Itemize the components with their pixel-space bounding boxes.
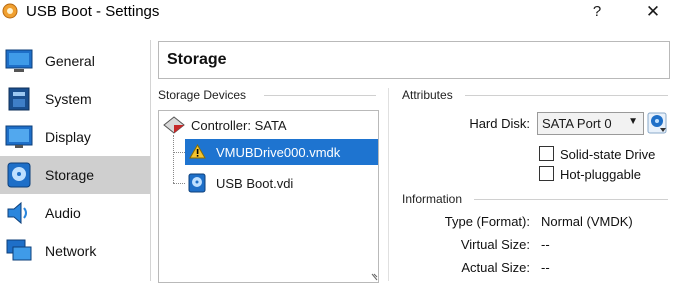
sidebar-item-label: General bbox=[45, 53, 95, 69]
attributes-label: Attributes bbox=[402, 88, 453, 102]
type-format-label: Type (Format): bbox=[444, 214, 530, 229]
actual-size-label: Actual Size: bbox=[461, 260, 530, 275]
hard-disk-label: Hard Disk: bbox=[469, 116, 530, 131]
settings-sidebar: General System Display Storage Audio Net… bbox=[0, 40, 151, 281]
storage-devices-label: Storage Devices bbox=[158, 88, 247, 102]
controller-label: Controller: SATA bbox=[191, 118, 287, 133]
sidebar-item-system[interactable]: System bbox=[0, 80, 150, 118]
hard-disk-icon bbox=[188, 173, 206, 193]
general-icon bbox=[5, 49, 33, 72]
hard-disk-select[interactable]: SATA Port 0 ▼ bbox=[537, 112, 644, 135]
warning-icon bbox=[189, 144, 206, 159]
sidebar-item-general[interactable]: General bbox=[0, 42, 150, 80]
tree-item-vdi[interactable]: USB Boot.vdi bbox=[185, 170, 378, 196]
solid-state-checkbox[interactable] bbox=[539, 146, 554, 161]
page-header: Storage bbox=[158, 41, 670, 79]
storage-devices-divider bbox=[264, 95, 376, 96]
sidebar-item-display[interactable]: Display bbox=[0, 118, 150, 156]
information-label: Information bbox=[402, 192, 463, 206]
solid-state-label: Solid-state Drive bbox=[560, 147, 656, 162]
virtual-size-label: Virtual Size: bbox=[460, 237, 530, 252]
sidebar-item-storage[interactable]: Storage bbox=[0, 156, 150, 194]
virtual-size-value: -- bbox=[541, 237, 550, 252]
display-icon bbox=[5, 125, 33, 148]
tree-item-vmdk[interactable]: VMUBDrive000.vmdk bbox=[185, 139, 378, 165]
tree-item-controller[interactable]: Controller: SATA bbox=[159, 112, 378, 138]
sidebar-item-audio[interactable]: Audio bbox=[0, 194, 150, 232]
sata-controller-icon bbox=[163, 116, 185, 134]
information-divider bbox=[474, 199, 668, 200]
system-icon bbox=[8, 87, 30, 111]
virtualbox-app-icon bbox=[2, 3, 18, 19]
title-bar: USB Boot - Settings ? ✕ bbox=[0, 0, 680, 26]
resize-grip-icon[interactable] bbox=[371, 273, 378, 281]
page-title: Storage bbox=[167, 51, 227, 68]
help-button[interactable]: ? bbox=[586, 2, 608, 22]
sidebar-item-label: System bbox=[45, 91, 92, 107]
hot-pluggable-checkbox[interactable] bbox=[539, 166, 554, 181]
disk-name: USB Boot.vdi bbox=[216, 176, 294, 191]
sidebar-item-label: Storage bbox=[45, 167, 95, 183]
disk-name: VMUBDrive000.vmdk bbox=[216, 145, 341, 160]
hard-disk-select-value: SATA Port 0 bbox=[542, 116, 612, 131]
sidebar-item-label: Network bbox=[45, 243, 97, 259]
storage-icon bbox=[7, 162, 31, 188]
network-icon bbox=[6, 239, 32, 261]
close-button[interactable]: ✕ bbox=[640, 2, 666, 22]
storage-tree[interactable]: Controller: SATA VMUBDrive000.vmdk USB B… bbox=[158, 110, 379, 283]
tree-connector bbox=[173, 135, 174, 183]
panel-splitter[interactable] bbox=[388, 88, 389, 281]
actual-size-value: -- bbox=[541, 260, 550, 275]
audio-icon bbox=[7, 201, 27, 225]
tree-connector bbox=[173, 183, 185, 184]
sidebar-item-network[interactable]: Network bbox=[0, 232, 150, 270]
type-format-value: Normal (VMDK) bbox=[541, 214, 633, 229]
window-title: USB Boot - Settings bbox=[26, 3, 160, 20]
chevron-down-icon: ▼ bbox=[628, 116, 638, 127]
tree-connector bbox=[173, 152, 185, 153]
sidebar-item-label: Display bbox=[45, 129, 91, 145]
sidebar-item-label: Audio bbox=[45, 205, 81, 221]
hot-pluggable-label: Hot-pluggable bbox=[560, 167, 641, 182]
attributes-divider bbox=[465, 95, 668, 96]
choose-disk-icon[interactable] bbox=[647, 112, 667, 134]
